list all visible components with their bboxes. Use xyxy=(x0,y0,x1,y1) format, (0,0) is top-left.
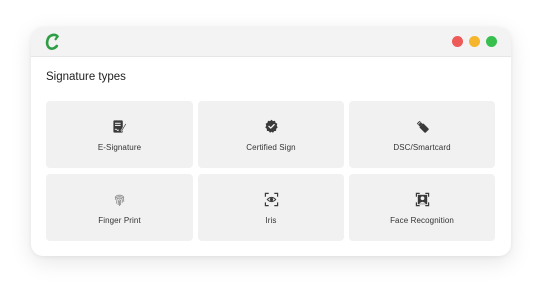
card-label: Certified Sign xyxy=(246,143,296,152)
face-scan-icon xyxy=(414,191,430,207)
maximize-window-button[interactable] xyxy=(486,36,497,47)
card-dsc-smartcard[interactable]: DSC/Smartcard xyxy=(349,101,495,168)
iris-scan-icon xyxy=(263,191,279,207)
card-face-recognition[interactable]: Face Recognition xyxy=(349,174,495,241)
certified-badge-icon xyxy=(263,118,279,134)
card-label: E-Signature xyxy=(97,143,142,152)
card-certified-sign[interactable]: Certified Sign xyxy=(198,101,344,168)
card-e-signature[interactable]: E-Signature xyxy=(46,101,193,168)
usb-token-icon xyxy=(414,118,430,134)
card-label: Iris xyxy=(265,216,277,225)
card-label: DSC/Smartcard xyxy=(393,143,451,152)
title-bar xyxy=(31,27,511,57)
window-controls xyxy=(452,36,497,47)
signature-types-grid: E-Signature Certified Sign DSC/Smartcard… xyxy=(46,101,495,241)
card-label: Face Recognition xyxy=(390,216,454,225)
fingerprint-icon xyxy=(112,191,128,207)
card-iris[interactable]: Iris xyxy=(198,174,344,241)
minimize-window-button[interactable] xyxy=(469,36,480,47)
card-label: Finger Print xyxy=(98,216,141,225)
card-finger-print[interactable]: Finger Print xyxy=(46,174,193,241)
e-signature-icon xyxy=(112,118,128,134)
app-logo-icon xyxy=(45,33,59,50)
app-window: Signature types E-Signature Certified Si… xyxy=(31,27,511,256)
section-title: Signature types xyxy=(46,71,126,83)
close-window-button[interactable] xyxy=(452,36,463,47)
